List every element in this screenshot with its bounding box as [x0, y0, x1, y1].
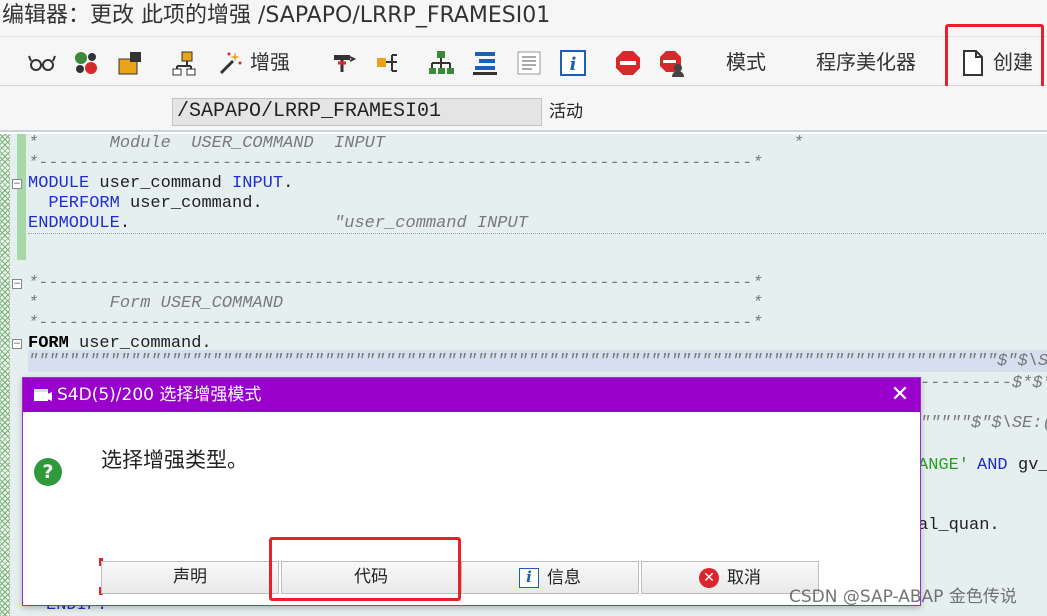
window-title: 编辑器：更改 此项的增强 /SAPAPO/LRRP_FRAMESI01: [0, 0, 1047, 36]
mode-button[interactable]: 模式: [726, 47, 766, 77]
info-icon: i: [519, 568, 539, 588]
code-fragment: AND: [977, 456, 1008, 475]
question-icon: ?: [34, 458, 62, 486]
cancel-icon: ✕: [699, 568, 719, 588]
code-fragment: gv_: [1018, 456, 1047, 475]
branch-icon[interactable]: [374, 49, 402, 77]
dialog-title: S4D(5)/200 选择增强模式: [57, 385, 262, 405]
fold-toggle[interactable]: −: [12, 279, 22, 289]
code-line: ENDMODULE. "user_command INPUT: [28, 214, 1047, 234]
info-button-label: 信息: [547, 567, 581, 588]
object-row: /SAPAPO/LRRP_FRAMESI01 活动: [0, 86, 1047, 132]
stack-icon[interactable]: [471, 49, 499, 77]
close-icon[interactable]: ✕: [889, 384, 911, 406]
dialog-message: 选择增强类型。: [101, 448, 248, 472]
code-line: MODULE user_command INPUT.: [28, 174, 294, 193]
code-fragment: ---------$*$*: [920, 374, 1047, 393]
create-button[interactable]: 创建: [993, 47, 1033, 77]
svg-text:i: i: [570, 54, 577, 75]
fold-toggle[interactable]: −: [12, 339, 22, 349]
window-icon: [33, 386, 53, 404]
list-icon[interactable]: [515, 49, 543, 77]
code-line: FORM user_command.: [28, 334, 212, 353]
change-marker: [17, 134, 26, 260]
dialog-title-bar[interactable]: S4D(5)/200 选择增强模式 ✕: [23, 378, 920, 412]
cycle-icon[interactable]: [72, 49, 100, 77]
code-line: *---------------------------------------…: [28, 154, 763, 173]
declaration-button-label: 声明: [173, 567, 207, 587]
enhance-button[interactable]: 增强: [250, 47, 290, 77]
object-name-field[interactable]: /SAPAPO/LRRP_FRAMESI01: [172, 98, 542, 126]
code-line: * Module USER_COMMAND INPUT *: [28, 134, 804, 153]
stamp-icon[interactable]: [330, 49, 358, 77]
pretty-printer-button[interactable]: 程序美化器: [816, 47, 916, 77]
where-used-icon[interactable]: [116, 49, 144, 77]
code-line: *---------------------------------------…: [28, 274, 763, 293]
code-line: """"""""""""""""""""""""""""""""""""""""…: [28, 352, 1047, 371]
editor-gutter: [0, 134, 10, 616]
code-button-label: 代码: [354, 567, 388, 587]
info-button[interactable]: i 信息: [461, 561, 639, 594]
stop-icon[interactable]: [614, 49, 642, 77]
code-line: * Form USER_COMMAND *: [28, 294, 763, 313]
code-fragment: al_quan.: [918, 516, 1000, 535]
code-line: *---------------------------------------…: [28, 314, 763, 333]
code-line: PERFORM user_command.: [28, 194, 263, 213]
info-icon[interactable]: i: [559, 49, 587, 77]
code-fragment: """""$"$\SE:(2: [920, 414, 1047, 433]
fold-toggle[interactable]: −: [12, 179, 22, 189]
cancel-button-label: 取消: [727, 567, 761, 588]
document-icon: [959, 49, 987, 77]
org-tree-icon[interactable]: [427, 49, 455, 77]
user-stop-icon[interactable]: [658, 49, 686, 77]
glasses-icon[interactable]: [28, 49, 56, 77]
code-button[interactable]: 代码: [281, 561, 461, 594]
magic-wand-icon[interactable]: [216, 49, 244, 77]
application-toolbar: 增强 i 模式 程序美化器 创建: [0, 36, 1047, 86]
code-fragment: ANGE': [918, 456, 970, 475]
enhancement-mode-dialog: S4D(5)/200 选择增强模式 ✕ ? 选择增强类型。 声明 代码 i 信息 …: [22, 377, 921, 606]
hierarchy-icon[interactable]: [170, 49, 198, 77]
watermark: CSDN @SAP-ABAP 金色传说: [789, 587, 1017, 607]
object-status: 活动: [549, 102, 583, 122]
declaration-button[interactable]: 声明: [101, 561, 279, 594]
